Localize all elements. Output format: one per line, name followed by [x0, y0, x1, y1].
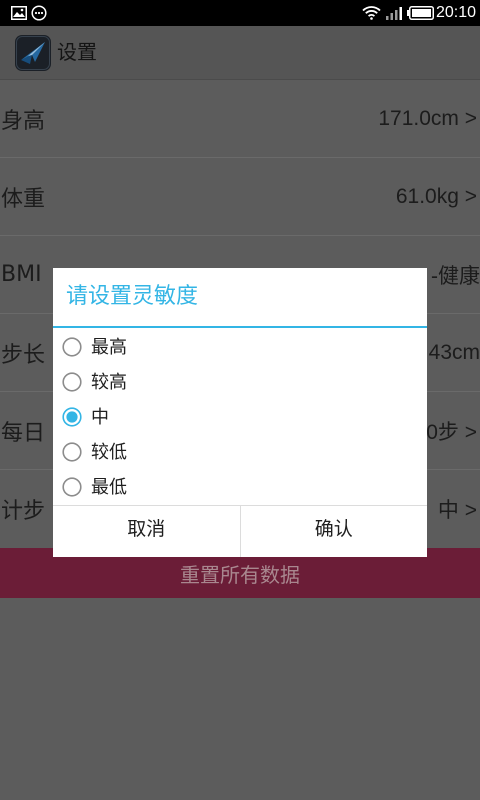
action-bar: 设置 [0, 26, 480, 80]
status-bar: 20:10 [0, 0, 480, 26]
row-label: 每日 [1, 420, 46, 446]
confirm-button-label: 确认 [314, 518, 353, 540]
option-highest[interactable]: 最高 [53, 330, 427, 365]
row-value: 61.0kg > [395, 184, 477, 208]
dialog-button-bar: 取消 确认 [53, 505, 427, 557]
wifi-icon [362, 5, 381, 20]
row-label: 计步 [1, 499, 46, 524]
option-low[interactable]: 较低 [53, 435, 427, 470]
option-label: 较高 [91, 372, 127, 393]
row-label: 体重 [1, 186, 46, 212]
settings-row-height[interactable]: 身高 171.0cm > [0, 80, 480, 158]
row-label: 身高 [1, 108, 46, 134]
radio-icon[interactable] [62, 477, 82, 497]
cancel-button[interactable]: 取消 [53, 506, 240, 557]
image-icon [11, 6, 27, 20]
row-value: -健康 [431, 264, 480, 288]
option-high[interactable]: 较高 [53, 365, 427, 400]
option-label: 较低 [91, 442, 127, 463]
row-label: 步长 [1, 342, 46, 368]
row-value: 中 > [437, 499, 477, 522]
status-time: 20:10 [436, 4, 477, 21]
dialog-options: 最高 较高 中 较低 最低 [53, 328, 427, 505]
cancel-button-label: 取消 [127, 518, 166, 540]
signal-icon [386, 6, 403, 20]
reset-button-label: 重置所有数据 [180, 562, 300, 587]
row-value: 43cm [428, 340, 480, 364]
app-logo-icon[interactable] [15, 35, 51, 71]
page-title: 设置 [57, 40, 97, 64]
settings-row-weight[interactable]: 体重 61.0kg > [0, 158, 480, 236]
row-value: 171.0cm > [378, 106, 477, 130]
radio-icon[interactable] [62, 372, 82, 392]
radio-icon[interactable] [62, 337, 82, 357]
option-medium[interactable]: 中 [53, 400, 427, 435]
radio-icon[interactable] [62, 407, 82, 427]
option-lowest[interactable]: 最低 [53, 470, 427, 505]
row-label: BMI [1, 262, 42, 287]
option-label: 最高 [91, 337, 127, 358]
radio-icon[interactable] [62, 442, 82, 462]
row-value: 0步 > [426, 420, 477, 444]
notification-dots-icon [31, 5, 47, 21]
battery-icon [407, 6, 434, 20]
sensitivity-dialog: 请设置灵敏度 最高 较高 中 较低 最低 取消 确认 [53, 268, 427, 557]
option-label: 中 [91, 407, 109, 428]
option-label: 最低 [91, 477, 127, 498]
confirm-button[interactable]: 确认 [239, 506, 428, 557]
dialog-title: 请设置灵敏度 [66, 284, 199, 309]
